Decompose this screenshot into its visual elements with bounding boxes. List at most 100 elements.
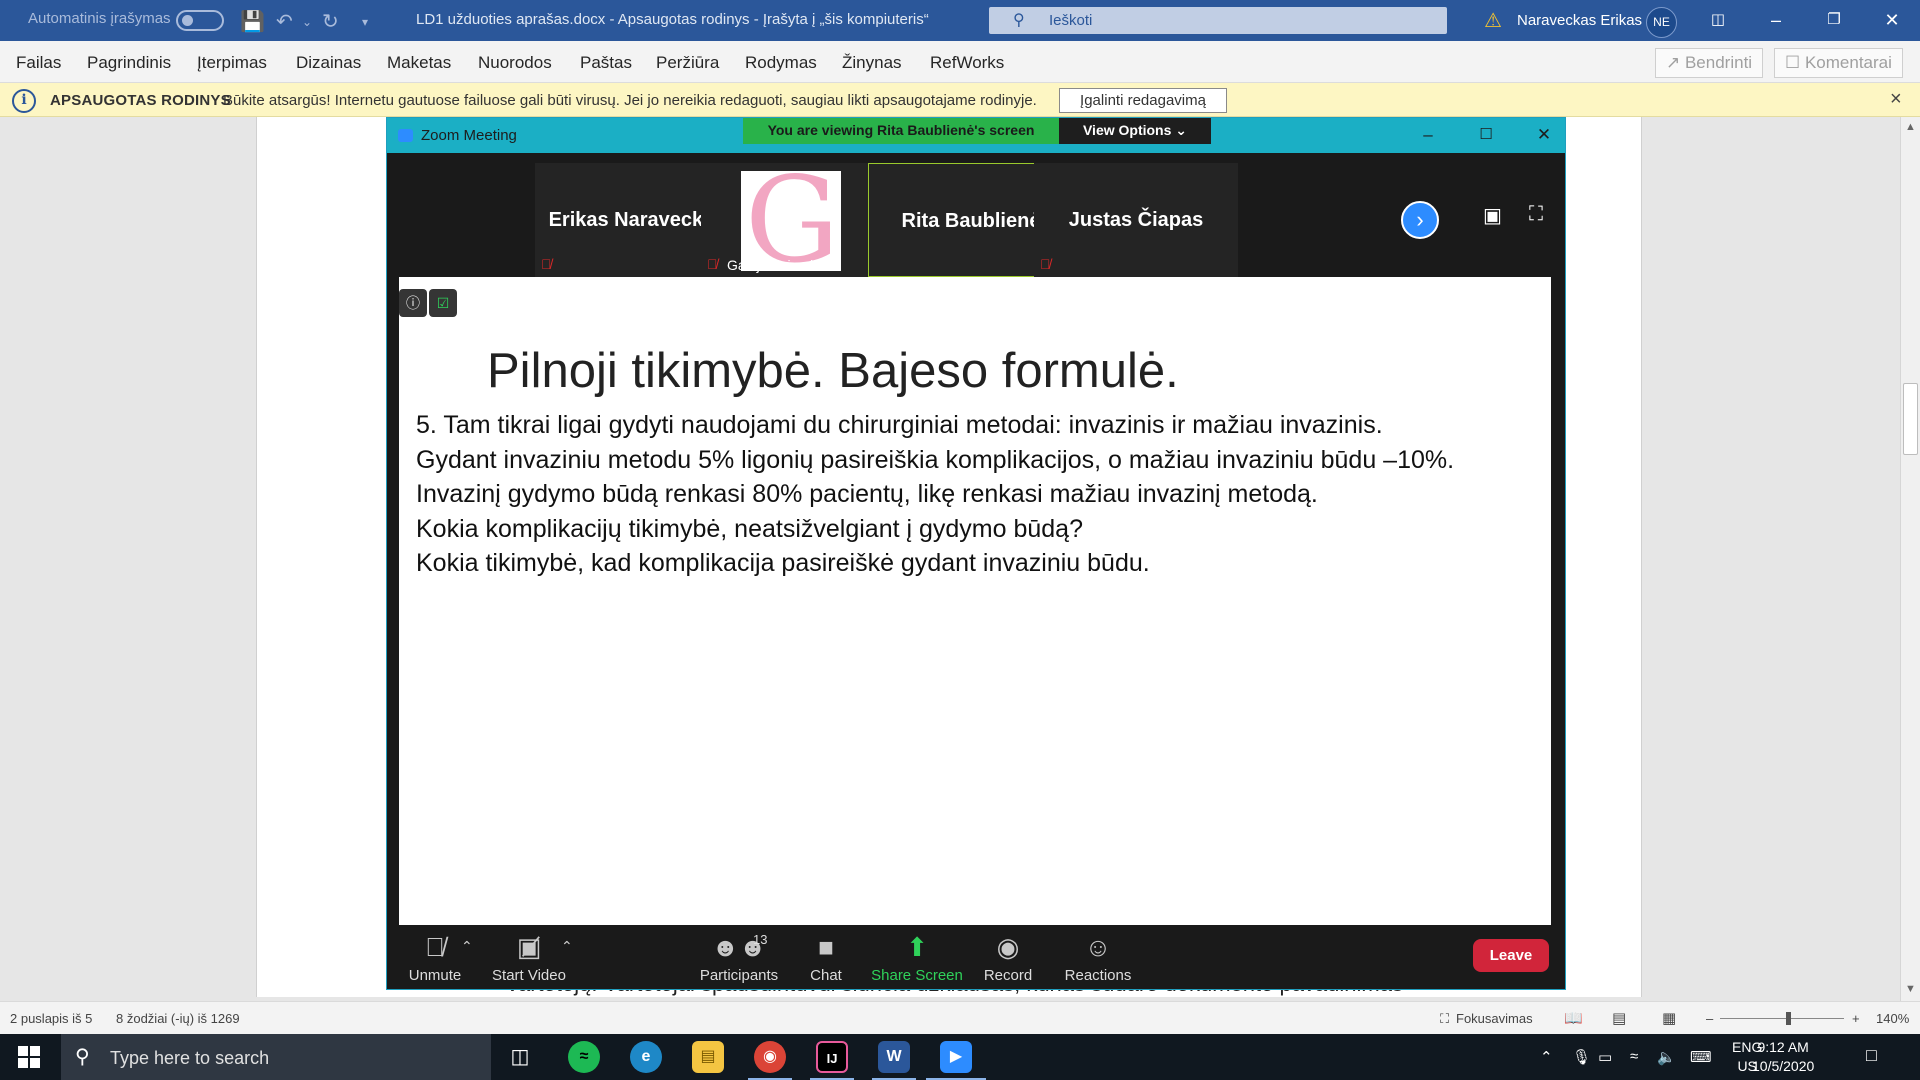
show-hidden-icons-icon[interactable]: ⌃ <box>1540 1048 1553 1066</box>
shared-screen: ⓘ ☑ Pilnoji tikimybė. Bajeso formulė. 5.… <box>399 277 1551 925</box>
audio-options-caret-icon[interactable]: ⌃ <box>461 938 473 955</box>
system-clock[interactable]: 9:12 AM 10/5/2020 <box>1752 1038 1814 1076</box>
read-mode-icon[interactable]: 📖 <box>1564 1009 1583 1027</box>
share-screen-label: Share Screen <box>871 967 963 984</box>
minimize-icon[interactable]: – <box>1758 6 1794 34</box>
page-counter[interactable]: 2 puslapis iš 5 <box>10 1011 92 1026</box>
task-view-icon[interactable]: ◫ <box>504 1041 536 1073</box>
scroll-up-icon[interactable]: ▲ <box>1905 121 1916 133</box>
word-search-box[interactable]: ⚲ Ieškoti <box>989 7 1447 34</box>
chat-button[interactable]: ■ Chat <box>778 926 874 989</box>
tab-layout[interactable]: Maketas <box>387 53 451 73</box>
close-icon[interactable]: ✕ <box>1874 6 1910 34</box>
video-options-caret-icon[interactable]: ⌃ <box>561 938 573 955</box>
view-options-button[interactable]: View Options ⌄ <box>1059 118 1211 144</box>
zoom-minimize-icon[interactable]: – <box>1413 123 1443 147</box>
start-icon-pane <box>30 1058 40 1068</box>
scroll-down-icon[interactable]: ▼ <box>1905 983 1916 995</box>
tab-insert[interactable]: Įterpimas <box>197 53 267 73</box>
customize-qat-icon[interactable]: ▾ <box>362 15 368 29</box>
tab-references[interactable]: Nuorodos <box>478 53 552 73</box>
tab-review[interactable]: Peržiūra <box>656 53 719 73</box>
record-button[interactable]: ◉ Record <box>960 926 1056 989</box>
reactions-button[interactable]: ☺ Reactions <box>1050 926 1146 989</box>
gallery-layout-icon[interactable]: ▣ <box>1483 203 1502 228</box>
slide-line: Kokia tikimybė, kad komplikacija pasirei… <box>416 549 1150 577</box>
fullscreen-icon[interactable]: ⛶ <box>1529 203 1543 226</box>
start-video-button[interactable]: ▣̸ Start Video <box>481 926 577 989</box>
tab-view[interactable]: Rodymas <box>745 53 817 73</box>
user-name[interactable]: Naraveckas Erikas <box>1517 12 1642 29</box>
clock-date: 10/5/2020 <box>1752 1058 1815 1074</box>
ribbon-display-options-icon[interactable]: ◫ <box>1700 6 1736 34</box>
autosave-toggle[interactable] <box>176 10 224 31</box>
security-shield-icon[interactable]: ☑ <box>429 289 457 317</box>
zoom-in-icon[interactable]: + <box>1852 1011 1860 1026</box>
web-layout-icon[interactable]: ▦ <box>1662 1009 1676 1027</box>
print-layout-icon[interactable]: ▤ <box>1612 1009 1626 1027</box>
enable-editing-button[interactable]: Įgalinti redagavimą <box>1059 88 1227 113</box>
participant-tile[interactable]: Justas Čiapas 🎙̸ <box>1034 163 1238 277</box>
undo-dropdown-icon[interactable]: ⌄ <box>302 15 312 29</box>
file-explorer-icon[interactable]: ▤ <box>692 1041 724 1073</box>
zoom-out-icon[interactable]: – <box>1706 1011 1713 1026</box>
tab-home[interactable]: Pagrindinis <box>87 53 171 73</box>
windows-start-icon[interactable] <box>18 1046 40 1068</box>
word-counter[interactable]: 8 žodžiai (-ių) iš 1269 <box>116 1011 240 1026</box>
focus-mode-label[interactable]: Fokusavimas <box>1456 1011 1533 1026</box>
start-icon-pane <box>18 1058 28 1068</box>
tab-file[interactable]: Failas <box>16 53 61 73</box>
zoom-slider-thumb[interactable] <box>1786 1012 1791 1025</box>
slide-title: Pilnoji tikimybė. Bajeso formulė. <box>487 344 1179 398</box>
intellij-icon[interactable]: IJ <box>816 1041 848 1073</box>
tab-help[interactable]: Žinynas <box>842 53 902 73</box>
zoom-close-icon[interactable]: ✕ <box>1529 123 1559 147</box>
user-avatar[interactable]: NE <box>1646 7 1677 38</box>
zoom-title-bar: Zoom Meeting You are viewing Rita Baubli… <box>387 118 1565 153</box>
zoom-level[interactable]: 140% <box>1876 1011 1909 1026</box>
banner-title: APSAUGOTAS RODINYS <box>50 92 231 109</box>
microphone-icon[interactable]: 🎙 <box>1572 1048 1591 1066</box>
zoom-slider[interactable] <box>1720 1018 1844 1019</box>
save-icon[interactable]: 💾 <box>240 9 265 34</box>
slide-line: Invazinį gydymo būdą renkasi 80% pacient… <box>416 480 1318 508</box>
chrome-icon[interactable]: ◉ <box>754 1041 786 1073</box>
word-icon[interactable]: W <box>878 1041 910 1073</box>
participant-name: Justas Čiapas <box>1068 209 1204 231</box>
notifications-icon[interactable]: □ <box>1866 1045 1877 1066</box>
unmute-label: Unmute <box>408 967 462 984</box>
edge-icon[interactable]: e <box>630 1041 662 1073</box>
tab-mailings[interactable]: Paštas <box>580 53 632 73</box>
start-video-label: Start Video <box>492 967 566 984</box>
meeting-info-icon[interactable]: ⓘ <box>399 289 427 317</box>
taskbar-search-box[interactable]: ⚲ Type here to search <box>61 1034 491 1080</box>
share-screen-button[interactable]: ⬆ Share Screen <box>869 926 965 989</box>
redo-icon[interactable]: ↻ <box>322 9 339 34</box>
tab-refworks[interactable]: RefWorks <box>930 53 1004 73</box>
banner-close-icon[interactable]: × <box>1890 88 1902 111</box>
battery-icon[interactable]: ▭ <box>1598 1048 1612 1066</box>
share-button[interactable]: ↗ Bendrinti <box>1655 48 1764 78</box>
ribbon-tabs: Failas Pagrindinis Įterpimas Dizainas Ma… <box>0 41 1920 83</box>
participants-button[interactable]: ☻☻ Participants <box>691 926 787 989</box>
restore-icon[interactable]: ❐ <box>1816 6 1852 34</box>
volume-icon[interactable]: 🔈 <box>1657 1048 1676 1066</box>
tab-design[interactable]: Dizainas <box>296 53 361 73</box>
zoom-maximize-icon[interactable]: ☐ <box>1471 123 1501 147</box>
leave-button[interactable]: Leave <box>1473 939 1549 972</box>
comments-button[interactable]: ☐ Komentarai <box>1774 48 1903 78</box>
banner-message: Būkite atsargūs! Internetu gautuose fail… <box>223 92 1037 109</box>
next-page-arrow-icon[interactable]: › <box>1401 201 1439 239</box>
keyboard-icon[interactable]: ⌨ <box>1690 1048 1712 1066</box>
scroll-thumb[interactable] <box>1903 383 1918 455</box>
focus-icon[interactable]: ⛶ <box>1440 1011 1449 1027</box>
zoom-app-icon[interactable]: ▶ <box>940 1041 972 1073</box>
start-icon-pane <box>30 1046 40 1056</box>
share-icon: ↗ <box>1666 53 1685 72</box>
warning-icon[interactable]: ⚠ <box>1484 8 1502 33</box>
spotify-icon[interactable]: ≈ <box>568 1041 600 1073</box>
unmute-button[interactable]: 🎙̸ Unmute <box>387 926 483 989</box>
wifi-icon[interactable]: ≈ <box>1630 1048 1638 1065</box>
undo-icon[interactable]: ↶ <box>276 9 293 34</box>
vertical-scrollbar[interactable]: ▲ ▼ <box>1900 117 1920 1001</box>
